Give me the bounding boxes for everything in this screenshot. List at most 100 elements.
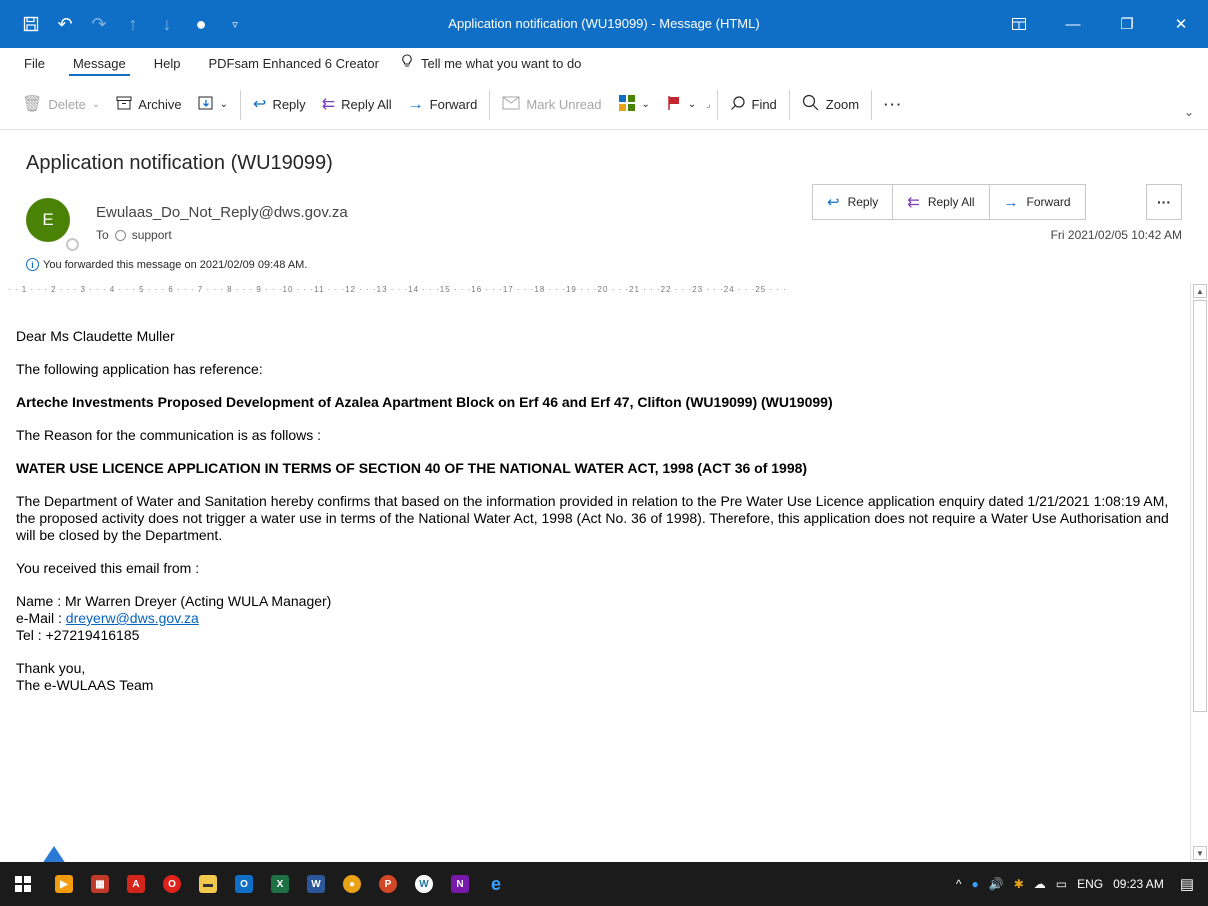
- opera-icon[interactable]: O: [154, 862, 190, 906]
- media-player-icon[interactable]: ▶: [46, 862, 82, 906]
- team-line: The e-WULAAS Team: [16, 677, 154, 693]
- body-line: The following application has reference:: [16, 361, 263, 377]
- reply-button[interactable]: ↩ Reply: [245, 87, 314, 123]
- info-text: You forwarded this message on 2021/02/09…: [43, 258, 308, 271]
- save-icon[interactable]: [14, 0, 48, 48]
- recipient-name[interactable]: support: [132, 228, 172, 242]
- tab-message[interactable]: Message: [59, 48, 140, 80]
- toolbar-divider: [240, 89, 242, 120]
- find-label: Find: [751, 97, 777, 112]
- reply-button[interactable]: ↩ Reply: [813, 185, 894, 219]
- record-icon[interactable]: ●: [184, 0, 218, 48]
- vertical-scrollbar[interactable]: ▲ ▼: [1190, 282, 1208, 862]
- lightbulb-icon: [401, 48, 413, 80]
- body-paragraph: The Department of Water and Sanitation h…: [16, 493, 1169, 543]
- message-subject: Application notification (WU19099): [26, 152, 333, 174]
- move-button[interactable]: ⌄: [190, 87, 236, 123]
- taskbar: ▶ ▦ A O ▬ O X W ● P W N e ^ ● 🔊 ✱ ☁ ▭ EN…: [0, 862, 1208, 906]
- next-item-icon[interactable]: ↓: [150, 0, 184, 48]
- collapse-ribbon-icon[interactable]: ⌄: [1176, 94, 1202, 130]
- powerpoint-icon[interactable]: P: [370, 862, 406, 906]
- tab-help[interactable]: Help: [140, 48, 195, 80]
- move-icon: [198, 95, 214, 115]
- zoom-icon: [802, 94, 820, 116]
- previous-item-icon[interactable]: ↑: [116, 0, 150, 48]
- acrobat-icon[interactable]: A: [118, 862, 154, 906]
- app-icon[interactable]: ▦: [82, 862, 118, 906]
- dialog-launcher-icon[interactable]: ⌟: [704, 87, 712, 123]
- flag-button[interactable]: ⌄: [658, 87, 704, 123]
- info-bar: i You forwarded this message on 2021/02/…: [26, 258, 307, 271]
- forward-button[interactable]: → Forward: [400, 87, 486, 123]
- notifications-icon[interactable]: ▤: [1180, 875, 1194, 893]
- greeting: Dear Ms Claudette Muller: [16, 328, 175, 344]
- search-icon: [730, 95, 746, 115]
- mark-unread-label: Mark Unread: [526, 97, 602, 112]
- tab-pdfsam[interactable]: PDFsam Enhanced 6 Creator: [194, 48, 393, 80]
- network-icon[interactable]: ▭: [1056, 877, 1067, 891]
- zoom-button[interactable]: Zoom: [794, 87, 867, 123]
- ribbon-toolbar: 🗑 Delete ⌄ Archive ⌄ ↩ Reply ⇇ Reply All…: [0, 80, 1208, 130]
- system-tray: ^ ● 🔊 ✱ ☁ ▭ ENG 09:23 AM ▤: [956, 862, 1208, 906]
- antivirus-icon[interactable]: ●: [971, 877, 978, 891]
- excel-icon[interactable]: X: [262, 862, 298, 906]
- outlook-icon[interactable]: O: [226, 862, 262, 906]
- minimize-button[interactable]: —: [1046, 0, 1100, 48]
- find-button[interactable]: Find: [722, 87, 785, 123]
- forward-label: Forward: [429, 97, 478, 112]
- network-app-icon[interactable]: ✱: [1014, 877, 1024, 891]
- speaker-icon[interactable]: 🔊: [989, 877, 1004, 891]
- avatar[interactable]: E: [26, 198, 70, 242]
- chevron-up-icon[interactable]: ^: [956, 877, 962, 891]
- body-line: You received this email from :: [16, 560, 200, 576]
- undo-icon[interactable]: ↶: [48, 0, 82, 48]
- restore-button[interactable]: ❐: [1100, 0, 1154, 48]
- cloud-icon[interactable]: ☁: [1034, 877, 1046, 891]
- archive-button[interactable]: Archive: [108, 87, 189, 123]
- windows-start-icon[interactable]: [0, 862, 46, 906]
- more-actions-button[interactable]: ···: [1146, 184, 1182, 220]
- presence-icon: [114, 229, 126, 241]
- email-link[interactable]: dreyerw@dws.gov.za: [66, 610, 199, 626]
- sender-address[interactable]: Ewulaas_Do_Not_Reply@dws.gov.za: [96, 204, 348, 221]
- scroll-up-icon[interactable]: ▲: [1193, 284, 1207, 298]
- delete-button[interactable]: 🗑 Delete ⌄: [0, 87, 108, 123]
- categorize-button[interactable]: ⌄: [610, 87, 658, 123]
- recipient-line: To support: [96, 228, 172, 242]
- ribbon-display-icon[interactable]: [992, 0, 1046, 48]
- edge-icon[interactable]: e: [478, 862, 514, 906]
- wordpress-icon[interactable]: W: [406, 862, 442, 906]
- archive-label: Archive: [138, 97, 182, 112]
- onenote-icon[interactable]: N: [442, 862, 478, 906]
- more-commands-button[interactable]: ···: [876, 87, 911, 123]
- mark-unread-button[interactable]: Mark Unread: [494, 87, 609, 123]
- scrollbar-thumb[interactable]: [1193, 300, 1207, 712]
- scroll-down-icon[interactable]: ▼: [1193, 846, 1207, 860]
- chrome-icon[interactable]: ●: [334, 862, 370, 906]
- name-line: Name : Mr Warren Dreyer (Acting WULA Man…: [16, 593, 332, 609]
- chevron-down-icon: ⌄: [91, 99, 101, 110]
- tell-me-text: Tell me what you want to do: [420, 56, 582, 71]
- presence-status-icon: [66, 238, 79, 251]
- reply-all-label: Reply All: [927, 195, 975, 209]
- forward-button[interactable]: → Forward: [990, 185, 1085, 219]
- reply-all-button[interactable]: ⇇ Reply All: [314, 87, 400, 123]
- tell-me-box[interactable]: Tell me what you want to do: [393, 48, 595, 80]
- reply-icon: ↩: [827, 194, 840, 211]
- file-explorer-icon[interactable]: ▬: [190, 862, 226, 906]
- customize-qat-icon[interactable]: ▿: [218, 0, 252, 48]
- thanks-line: Thank you,: [16, 660, 86, 676]
- toolbar-divider: [871, 89, 873, 120]
- reply-all-button[interactable]: ⇇ Reply All: [893, 185, 990, 219]
- close-button[interactable]: ✕: [1154, 0, 1208, 48]
- word-icon[interactable]: W: [298, 862, 334, 906]
- redo-icon[interactable]: ↷: [82, 0, 116, 48]
- window-controls: — ❐ ✕: [992, 0, 1208, 48]
- toolbar-divider: [489, 89, 491, 120]
- tab-file[interactable]: File: [0, 48, 59, 80]
- clock[interactable]: 09:23 AM: [1113, 877, 1164, 891]
- language-indicator[interactable]: ENG: [1077, 877, 1103, 891]
- chevron-down-icon: ⌄: [641, 99, 650, 110]
- envelope-icon: [502, 96, 520, 114]
- title-bar: ↶ ↷ ↑ ↓ ● ▿ Application notification (WU…: [0, 0, 1208, 48]
